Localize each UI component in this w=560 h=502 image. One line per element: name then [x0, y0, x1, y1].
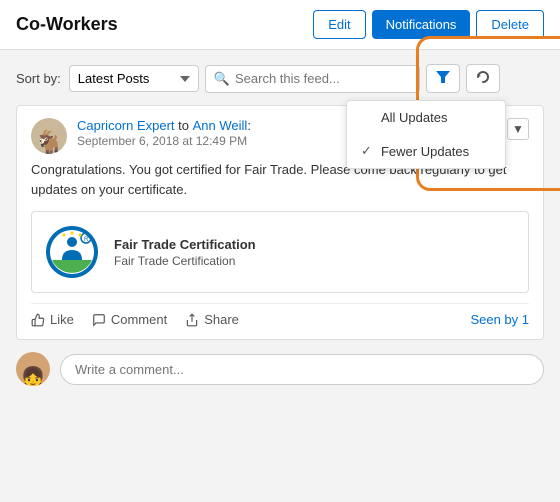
- cert-title: Fair Trade Certification: [114, 237, 256, 252]
- author-link[interactable]: Capricorn Expert: [77, 118, 175, 133]
- avatar: 🐐: [31, 118, 67, 154]
- cert-logo: R: [44, 224, 100, 280]
- search-icon: 🔍: [214, 71, 230, 87]
- edit-button[interactable]: Edit: [313, 10, 365, 39]
- cert-card: R Fair Trade Certification Fair Trade Ce…: [31, 211, 529, 293]
- seen-by[interactable]: Seen by 1: [470, 312, 529, 327]
- like-button[interactable]: Like: [31, 312, 74, 327]
- sort-row: Sort by: Latest PostsMost PopularRecent …: [16, 64, 544, 93]
- sort-select[interactable]: Latest PostsMost PopularRecent Activity: [69, 65, 199, 92]
- all-updates-option[interactable]: All Updates: [347, 101, 505, 134]
- to-label: to: [178, 118, 192, 133]
- share-button[interactable]: Share: [185, 312, 239, 327]
- share-icon: [185, 313, 199, 327]
- controls-row: Latest PostsMost PopularRecent Activity …: [69, 64, 500, 93]
- like-icon: [31, 313, 45, 327]
- cert-info: Fair Trade Certification Fair Trade Cert…: [114, 237, 256, 268]
- filter-dropdown: All Updates ✓ Fewer Updates: [346, 100, 506, 169]
- fewer-updates-option[interactable]: ✓ Fewer Updates: [347, 134, 505, 168]
- recipient-link[interactable]: Ann Weill: [193, 118, 248, 133]
- comment-input[interactable]: [60, 354, 544, 385]
- comment-icon: [92, 313, 106, 327]
- search-input[interactable]: [235, 71, 411, 86]
- comment-button[interactable]: Comment: [92, 312, 167, 327]
- post-expand-button[interactable]: ▼: [507, 118, 529, 140]
- main-content: Sort by: Latest PostsMost PopularRecent …: [0, 50, 560, 400]
- commenter-avatar: 👧: [16, 352, 50, 386]
- svg-text:R: R: [84, 237, 89, 243]
- search-box: 🔍: [205, 65, 420, 93]
- filter-icon: [436, 70, 450, 84]
- refresh-button[interactable]: [466, 64, 500, 93]
- page-header: Co-Workers Edit Notifications Delete: [0, 0, 560, 50]
- refresh-icon: [476, 70, 490, 84]
- page-title: Co-Workers: [16, 14, 118, 35]
- filter-area: All Updates ✓ Fewer Updates: [426, 64, 500, 93]
- notifications-button[interactable]: Notifications: [372, 10, 471, 39]
- header-actions: Edit Notifications Delete: [313, 10, 544, 39]
- delete-button[interactable]: Delete: [476, 10, 544, 39]
- filter-button[interactable]: [426, 64, 460, 93]
- sort-label: Sort by:: [16, 71, 61, 86]
- comment-row: 👧: [16, 352, 544, 386]
- cert-subtitle: Fair Trade Certification: [114, 254, 256, 268]
- fair-trade-logo-icon: R: [44, 224, 100, 280]
- post-actions: Like Comment Share Seen by 1: [31, 303, 529, 327]
